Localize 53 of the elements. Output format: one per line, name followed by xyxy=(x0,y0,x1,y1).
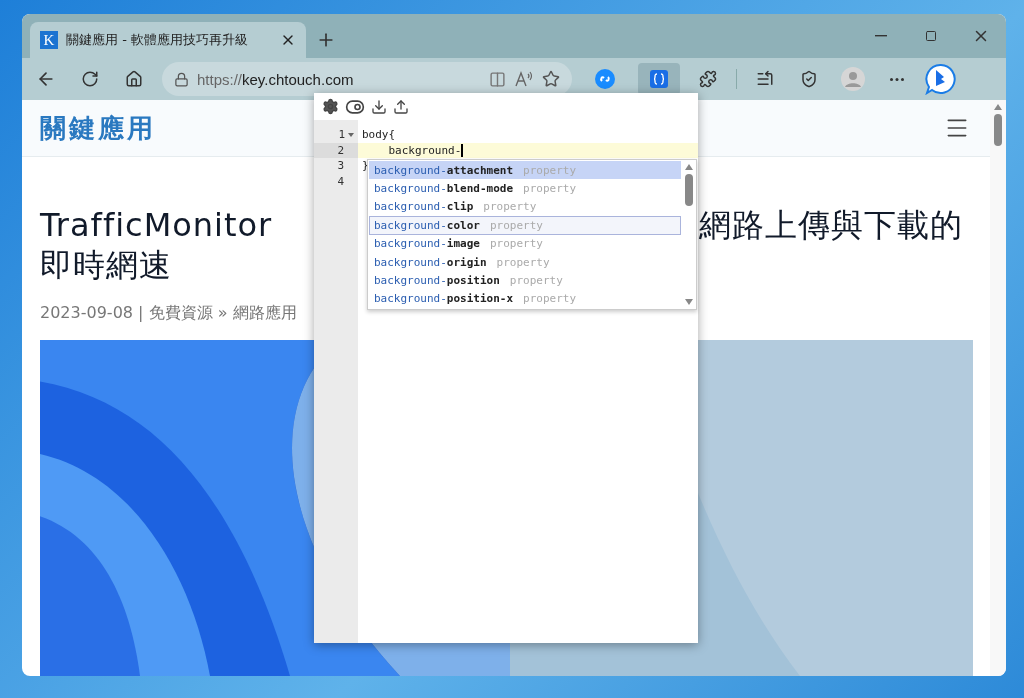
copilot-button[interactable] xyxy=(925,63,957,95)
article-title: 網路上傳與下載的 xyxy=(699,205,963,245)
suggestion-item[interactable]: background-position-x property xyxy=(369,289,681,309)
code-line: background- xyxy=(387,143,462,157)
minimize-icon xyxy=(875,35,887,37)
avatar-icon xyxy=(841,67,865,91)
scrollbar-thumb[interactable] xyxy=(685,174,693,206)
suggestion-item[interactable]: background-blend-mode property xyxy=(369,179,681,198)
chat-bubble-icon xyxy=(925,63,957,95)
scrollbar-thumb[interactable] xyxy=(994,114,1002,146)
line-number: 4 xyxy=(336,173,345,189)
article-meta: 2023-09-08 | 免費資源 » 網路應用 xyxy=(40,303,297,324)
code-line: body{ xyxy=(362,128,396,142)
upload-icon[interactable] xyxy=(393,98,409,115)
suggestion-item[interactable]: background-clip property xyxy=(369,197,681,217)
suggestion-item[interactable]: background-origin property xyxy=(369,252,681,272)
browser-tab[interactable]: K 關鍵應用 - 軟體應用技巧再升級 xyxy=(30,22,306,58)
download-icon[interactable] xyxy=(371,98,387,115)
lock-icon xyxy=(174,71,189,87)
suggestion-item[interactable]: background-image property xyxy=(369,234,681,253)
extension-button[interactable] xyxy=(638,63,680,95)
line-number: 2 xyxy=(314,142,358,158)
favorite-star-icon[interactable] xyxy=(542,70,560,88)
settings-icon[interactable] xyxy=(322,98,339,115)
favorites-icon xyxy=(756,70,774,88)
braces-icon xyxy=(650,70,668,88)
puzzle-icon xyxy=(699,70,717,88)
scroll-up-icon[interactable] xyxy=(994,104,1002,110)
tab-title: 關鍵應用 - 軟體應用技巧再升級 xyxy=(66,31,249,49)
url-text: https://key.chtouch.com xyxy=(197,70,355,88)
split-screen-icon[interactable] xyxy=(489,70,506,88)
suggestion-item[interactable]: background-color property xyxy=(369,216,681,235)
shield-icon xyxy=(800,70,818,88)
suggestion-item[interactable]: background-attachment property xyxy=(369,161,681,180)
maximize-icon xyxy=(925,30,937,42)
site-favicon: K xyxy=(40,31,58,49)
address-bar[interactable]: https://key.chtouch.com xyxy=(162,62,572,96)
scroll-up-icon[interactable] xyxy=(685,164,693,170)
more-icon xyxy=(890,77,904,81)
home-icon xyxy=(125,70,143,88)
page-scrollbar[interactable] xyxy=(990,100,1006,676)
read-aloud-icon[interactable] xyxy=(514,70,534,88)
suggestion-item[interactable]: background-position property xyxy=(369,271,681,290)
line-number: 3 xyxy=(336,158,345,174)
text-cursor xyxy=(461,143,464,157)
site-logo[interactable]: 關鍵應用 xyxy=(40,110,156,146)
line-number: 1 xyxy=(314,127,358,143)
fold-icon[interactable] xyxy=(348,132,354,137)
article-title: TrafficMonitor xyxy=(40,205,273,245)
refresh-icon xyxy=(81,70,99,88)
article-title: 即時網速 xyxy=(40,245,172,285)
code-line: } xyxy=(362,159,369,173)
scroll-down-icon[interactable] xyxy=(685,299,693,306)
